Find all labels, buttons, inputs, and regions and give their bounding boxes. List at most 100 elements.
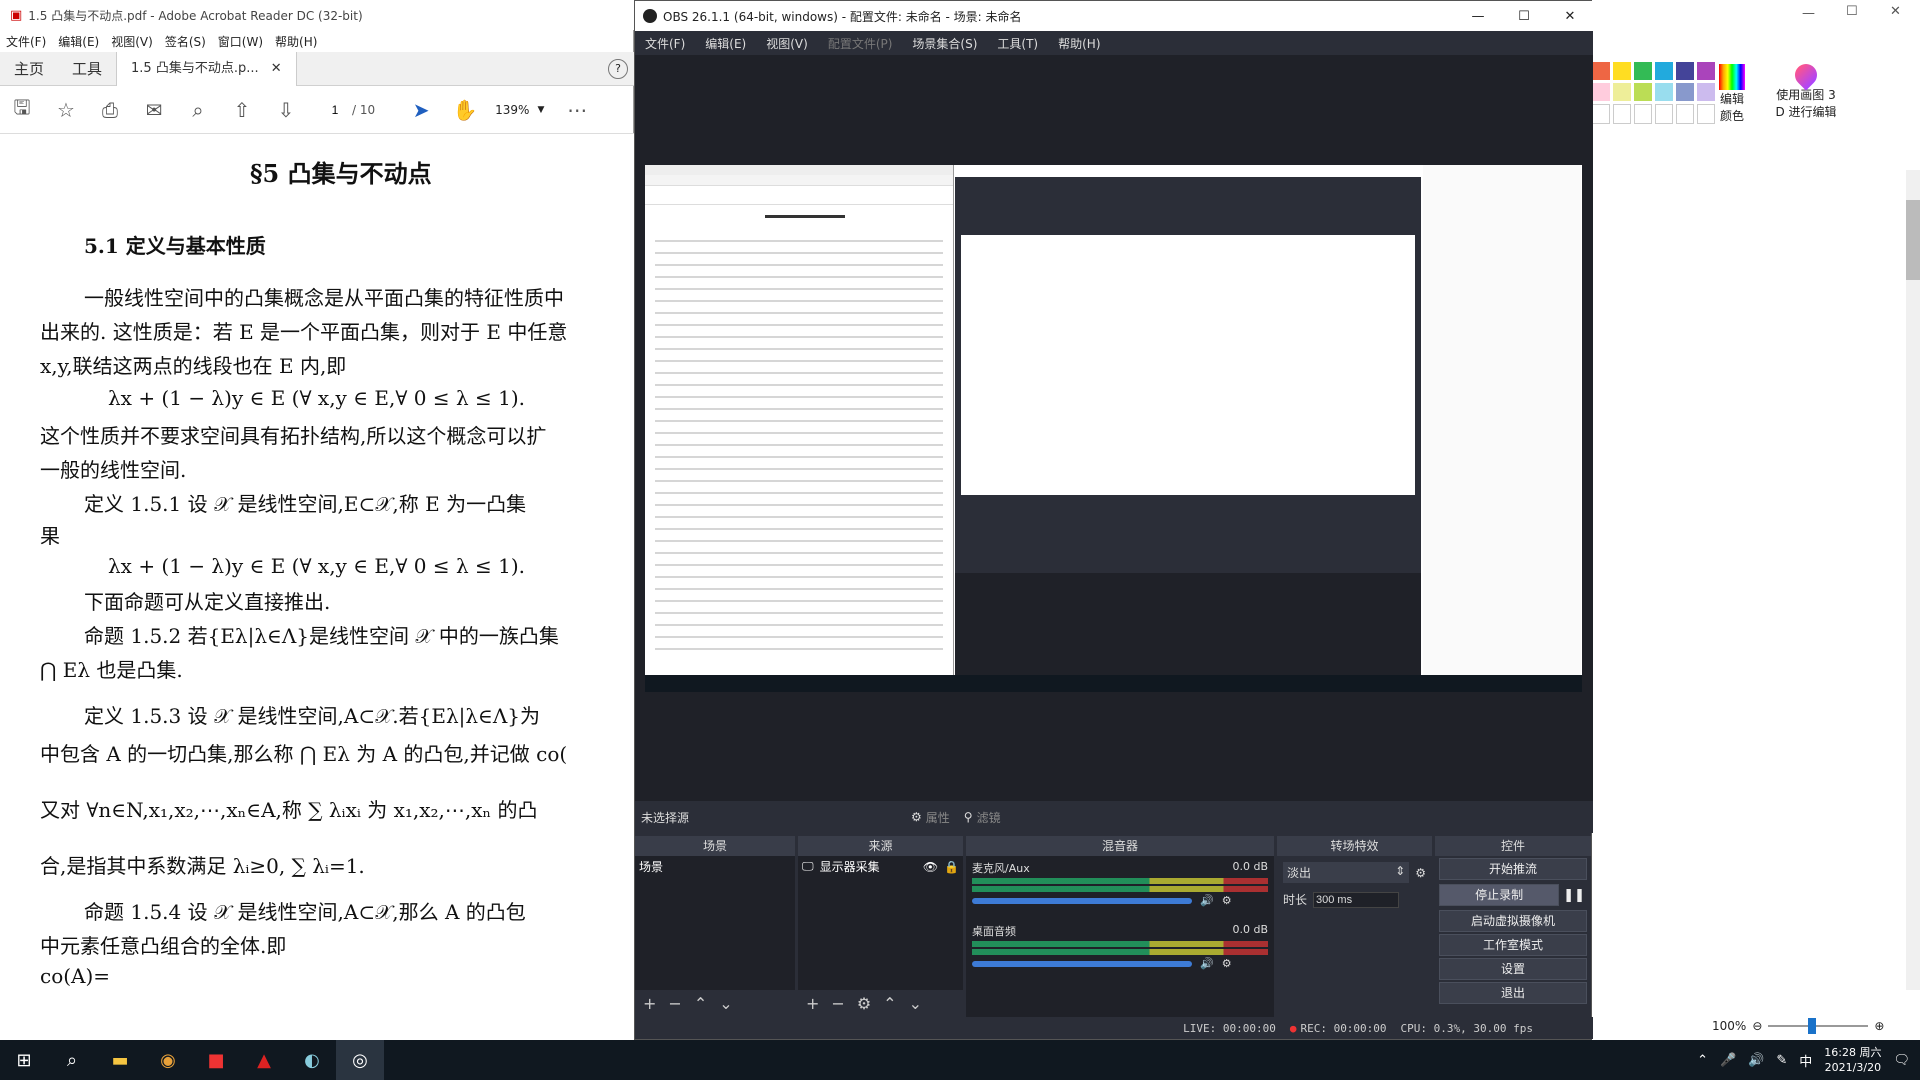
help-icon[interactable]: ? (608, 58, 628, 79)
microphone-icon[interactable]: 🎤 (1720, 1053, 1736, 1068)
lock-icon[interactable]: 🔒 (944, 860, 959, 874)
obs-statusbar: LIVE: 00:00:00 ● REC: 00:00:00 CPU: 0.3%… (635, 1017, 1593, 1039)
paint3d-button[interactable]: 使用画图 3 D 进行编辑 (1766, 59, 1846, 120)
tab-tools[interactable]: 工具 (58, 52, 116, 86)
close-icon[interactable]: ✕ (1547, 9, 1593, 24)
volume-slider[interactable] (972, 897, 1192, 904)
add-scene-icon[interactable]: + (643, 994, 656, 1013)
select-cursor-icon[interactable]: ➤ (399, 86, 443, 134)
zoom-slider[interactable] (1768, 1018, 1869, 1034)
remove-source-icon[interactable]: − (831, 994, 844, 1013)
gear-icon[interactable]: ⚙ (1222, 894, 1232, 907)
more-icon[interactable]: ⋯ (555, 86, 599, 134)
acrobat-menu-help[interactable]: 帮助(H) (275, 33, 317, 50)
page-number-input[interactable] (318, 101, 352, 118)
obs-menu-edit[interactable]: 编辑(E) (705, 35, 746, 52)
bookmark-star-icon[interactable]: ☆ (44, 86, 88, 134)
acrobat-menu-view[interactable]: 视图(V) (111, 33, 153, 50)
edit-colors-label: 编辑 颜色 (1719, 92, 1744, 123)
page-down-icon[interactable]: ⇩ (264, 86, 308, 134)
ime-indicator[interactable]: 中 (1799, 1051, 1812, 1070)
zoom-out-icon[interactable]: ⊖ (1752, 1019, 1762, 1033)
gear-icon[interactable]: ⚙ (857, 994, 871, 1013)
maximize-icon[interactable]: ☐ (1846, 4, 1858, 19)
obs-menu-help[interactable]: 帮助(H) (1058, 35, 1100, 52)
close-icon[interactable]: ✕ (1890, 4, 1901, 19)
pen-icon[interactable]: ✎ (1776, 1053, 1787, 1068)
eye-icon[interactable]: 👁 (923, 860, 938, 874)
tab-document[interactable]: 1.5 凸集与不动点.p... ✕ (116, 51, 297, 86)
windows-start-icon[interactable]: ⊞ (0, 1040, 48, 1080)
properties-button[interactable]: 属性 (926, 809, 950, 826)
doc-line: 合,是指其中系数满足 λᵢ≥0, ∑ λᵢ=1. (40, 854, 365, 878)
hand-tool-icon[interactable]: ✋ (443, 86, 487, 134)
vertical-scrollbar[interactable] (1906, 170, 1920, 990)
exit-button[interactable]: 退出 (1439, 982, 1587, 1004)
stop-recording-button[interactable]: 停止录制 (1439, 884, 1560, 906)
close-icon[interactable]: ✕ (271, 61, 282, 76)
acrobat-menu-window[interactable]: 窗口(W) (218, 33, 263, 50)
page-up-icon[interactable]: ⇧ (220, 86, 264, 134)
browser-icon[interactable]: ◐ (288, 1040, 336, 1080)
duration-input[interactable] (1313, 891, 1400, 908)
acrobat-taskbar-icon[interactable]: ▲ (240, 1040, 288, 1080)
save-icon[interactable]: 🖫 (0, 86, 44, 134)
start-virtual-camera-button[interactable]: 启动虚拟摄像机 (1439, 910, 1587, 932)
gear-icon[interactable]: ⚙ (911, 810, 922, 824)
tab-home[interactable]: 主页 (0, 52, 58, 86)
minimize-icon[interactable]: — (1455, 9, 1501, 24)
zoom-select[interactable]: 139% ▼ (495, 103, 555, 117)
speaker-icon[interactable]: 🔊 (1200, 957, 1214, 970)
minimize-icon[interactable]: — (1802, 6, 1815, 21)
volume-icon[interactable]: 🔊 (1748, 1053, 1764, 1068)
speaker-icon[interactable]: 🔊 (1200, 894, 1214, 907)
obs-menu-view[interactable]: 视图(V) (766, 35, 808, 52)
move-up-icon[interactable]: ⌃ (694, 994, 707, 1013)
remove-scene-icon[interactable]: − (668, 994, 681, 1013)
studio-mode-button[interactable]: 工作室模式 (1439, 934, 1587, 956)
move-up-icon[interactable]: ⌃ (883, 994, 896, 1013)
gear-icon[interactable]: ⚙ (1222, 957, 1232, 970)
definition: 定义 1.5.3 设 𝒳 是线性空间,A⊂𝒳.若{Eλ|λ∈Λ}为 (84, 704, 541, 728)
obs-menu-profile[interactable]: 配置文件(P) (828, 35, 893, 52)
obs-menu-tools[interactable]: 工具(T) (997, 35, 1038, 52)
mail-icon[interactable]: ✉ (132, 86, 176, 134)
transition-select[interactable]: 淡出 ⇕ (1283, 862, 1410, 883)
audio-meter (972, 878, 1268, 884)
move-down-icon[interactable]: ⌄ (719, 994, 732, 1013)
source-item[interactable]: 🖵 显示器采集 👁 🔒 (798, 856, 963, 877)
file-explorer-icon[interactable]: ▬ (96, 1040, 144, 1080)
pdf-page: §5 凸集与不动点 5.1 定义与基本性质 一般线性空间中的凸集概念是从平面凸集… (0, 134, 634, 1040)
print-icon[interactable]: ⎙ (88, 86, 132, 134)
gear-icon[interactable]: ⚙ (1415, 866, 1426, 880)
obs-menu-file[interactable]: 文件(F) (645, 35, 685, 52)
obs-taskbar-icon[interactable]: ◎ (336, 1040, 384, 1080)
volume-slider[interactable] (972, 960, 1192, 967)
add-source-icon[interactable]: + (806, 994, 819, 1013)
acrobat-menu-sign[interactable]: 签名(S) (165, 33, 206, 50)
no-source-label: 未选择源 (641, 810, 690, 825)
edit-colors-button[interactable]: 编辑 颜色 (1712, 64, 1752, 124)
clock[interactable]: 16:28 周六 2021/3/20 (1824, 1045, 1881, 1075)
settings-button[interactable]: 设置 (1439, 958, 1587, 980)
zoom-slider-thumb[interactable] (1808, 1018, 1817, 1034)
scroll-thumb[interactable] (1906, 200, 1920, 280)
move-down-icon[interactable]: ⌄ (909, 994, 922, 1013)
acrobat-menu-edit[interactable]: 编辑(E) (58, 33, 99, 50)
acrobat-menu-file[interactable]: 文件(F) (6, 33, 46, 50)
zoom-out-search-icon[interactable]: ⌕ (176, 86, 220, 134)
pause-icon[interactable]: ❚❚ (1563, 888, 1585, 903)
chrome-icon[interactable]: ◉ (144, 1040, 192, 1080)
scene-item[interactable]: 场景 (635, 856, 795, 877)
app-red-icon[interactable]: ■ (192, 1040, 240, 1080)
maximize-icon[interactable]: ☐ (1501, 9, 1547, 24)
notification-icon[interactable]: 🗨 (1893, 1053, 1910, 1068)
obs-preview[interactable] (635, 55, 1593, 801)
filters-button[interactable]: 滤镜 (977, 809, 1001, 826)
chevron-up-icon[interactable]: ⌃ (1697, 1053, 1708, 1068)
start-streaming-button[interactable]: 开始推流 (1439, 858, 1587, 880)
filter-icon[interactable]: ⚲ (964, 810, 973, 824)
zoom-in-icon[interactable]: ⊕ (1874, 1019, 1884, 1033)
obs-menu-scene-collection[interactable]: 场景集合(S) (912, 35, 977, 52)
search-icon[interactable]: ⌕ (48, 1040, 96, 1080)
